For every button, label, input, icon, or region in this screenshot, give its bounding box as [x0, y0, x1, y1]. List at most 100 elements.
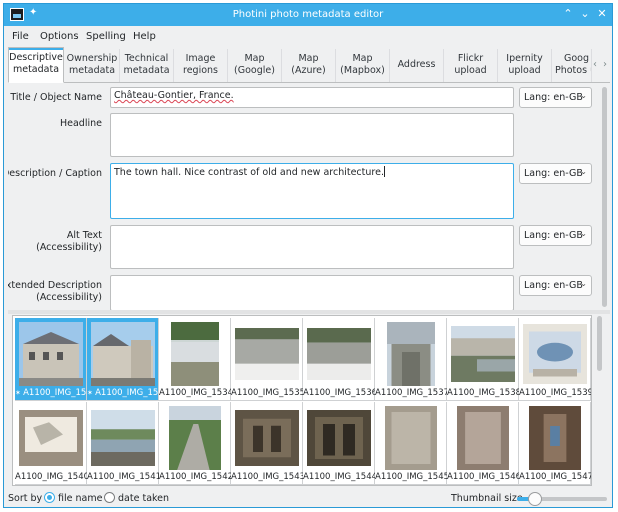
title-bar[interactable]: ✦ Photini photo metadata editor ⌃ ⌄ ✕ [4, 4, 612, 26]
splitter-handle[interactable] [8, 310, 610, 314]
thumbnail-item[interactable]: A1100_IMG_1535 [231, 318, 305, 401]
thumbnail-filename: A1100_IMG_1546 [447, 472, 522, 482]
tab-ownership-metadata[interactable]: Ownership metadata [65, 49, 120, 82]
thumbnail-item[interactable]: A1100_IMG_1537 [375, 318, 450, 401]
thumbnail-item[interactable]: A1100_IMG_1546 [447, 402, 522, 485]
tab-technical-metadata[interactable]: Technical metadata [120, 49, 174, 82]
thumbnail-image [91, 406, 155, 470]
thumbnail-image [235, 322, 299, 386]
menu-file[interactable]: File [12, 31, 29, 42]
title-label: Title / Object Name [10, 92, 102, 103]
chevron-up-icon[interactable]: ⌃ [561, 7, 575, 21]
thumbnail-filename: A1100_IMG_1541 [87, 472, 162, 482]
extended-lang-select[interactable]: Lang: en-GB ⌄ [519, 275, 592, 296]
thumbnail-filename: A1100_IMG_1547 [519, 472, 592, 482]
alt-text-field[interactable] [110, 225, 514, 269]
title-lang-value: Lang: en-GB [524, 92, 583, 103]
tab-flickr-upload[interactable]: Flickr upload [444, 49, 498, 82]
thumbnail-size-slider[interactable] [517, 492, 607, 506]
sort-by-label: Sort by [8, 493, 43, 504]
thumbnail-item[interactable]: A1100_IMG_1539 [519, 318, 591, 401]
chevron-right-icon[interactable]: › [603, 59, 607, 70]
tab-label-line2: Photos up [555, 65, 591, 76]
tab-map-azure[interactable]: Map (Azure) [282, 49, 336, 82]
headline-field[interactable] [110, 113, 514, 157]
window-title: Photini photo metadata editor [232, 9, 384, 20]
alt-text-lang-select[interactable]: Lang: en-GB ⌄ [519, 225, 592, 246]
tab-label-line1: Goog [564, 53, 590, 64]
thumbnail-caption: A1100_IMG_1539 [519, 388, 591, 398]
tab-map-mapbox[interactable]: Map (Mapbox) [336, 49, 390, 82]
sort-filename-label: file name [58, 493, 103, 504]
thumbnail-image [523, 322, 587, 386]
radio-button-icon [44, 492, 55, 503]
tab-label-line2: (Azure) [291, 65, 326, 76]
sort-filename-radio[interactable]: file name [44, 492, 102, 504]
chevron-down-icon[interactable]: ⌄ [578, 7, 592, 21]
tab-label-line2: upload [508, 65, 541, 76]
thumbnail-grid[interactable]: ✶ A1100_IMG_1532 ✶ A1100_IMG_1533 A1100_IM… [12, 315, 592, 486]
slider-handle[interactable] [528, 492, 542, 506]
thumbnail-caption: A1100_IMG_1542 [159, 472, 233, 482]
title-lang-select[interactable]: Lang: en-GB ⌄ [519, 87, 592, 108]
tab-google-photos-upload[interactable]: Goog Photos up [552, 49, 592, 82]
tab-descriptive-metadata[interactable]: Descriptive metadata [8, 47, 64, 83]
thumbnail-item[interactable]: A1100_IMG_1538 [447, 318, 521, 401]
tab-map-google[interactable]: Map (Google) [228, 49, 282, 82]
thumbnail-image [379, 322, 443, 386]
alt-text-label-line2: (Accessibility) [36, 242, 102, 253]
menu-bar: File Options Spelling Help [4, 26, 612, 47]
menu-help[interactable]: Help [133, 31, 156, 42]
thumbnail-item[interactable]: A1100_IMG_1534 [159, 318, 234, 401]
thumbnail-item[interactable]: A1100_IMG_1540 [15, 402, 89, 485]
thumbnail-item[interactable]: A1100_IMG_1545 [375, 402, 449, 485]
thumbnail-item[interactable]: ✶ A1100_IMG_1532 [15, 318, 97, 401]
chevron-down-icon: ⌄ [580, 91, 587, 100]
thumbnail-item[interactable]: A1100_IMG_1542 [159, 402, 233, 485]
close-icon[interactable]: ✕ [595, 7, 609, 21]
thumbnail-caption: A1100_IMG_1537 [375, 388, 450, 398]
title-value: Château-Gontier, France. [114, 90, 234, 101]
thumbnail-filename: A1100_IMG_1537 [375, 388, 450, 398]
thumbnail-caption: A1100_IMG_1544 [303, 472, 377, 482]
thumbnail-item[interactable]: A1100_IMG_1547 [519, 402, 591, 485]
tab-label-line1: Ipernity [506, 53, 543, 64]
menu-spelling[interactable]: Spelling [86, 31, 126, 42]
tab-label-line1: Ownership [66, 53, 118, 64]
tab-ipernity-upload[interactable]: Ipernity upload [498, 49, 552, 82]
tab-label-line2: (Google) [234, 65, 275, 76]
tab-image-regions[interactable]: Image regions [174, 49, 228, 82]
thumbnail-caption: A1100_IMG_1538 [447, 388, 521, 398]
thumbnail-scrollbar[interactable] [597, 316, 602, 371]
thumbnail-item[interactable]: ✶ A1100_IMG_1533 [87, 318, 169, 401]
modified-icon: ✶ [87, 389, 96, 397]
title-field[interactable]: Château-Gontier, France. [110, 87, 514, 108]
thumbnail-item[interactable]: A1100_IMG_1536 [303, 318, 377, 401]
alt-text-label-line1: Alt Text [66, 230, 102, 241]
menu-options[interactable]: Options [40, 31, 79, 42]
sort-date-radio[interactable]: date taken [104, 492, 169, 504]
tab-label-line2: regions [183, 65, 218, 76]
thumbnail-image [163, 322, 227, 386]
thumbnail-item[interactable]: A1100_IMG_1541 [87, 402, 162, 485]
thumbnail-filename: A1100_IMG_1534 [159, 388, 234, 398]
tab-label-line1: Image [185, 53, 216, 64]
extended-description-field[interactable] [110, 275, 514, 310]
alt-text-label: Alt Text (Accessibility) [36, 230, 102, 254]
thumbnail-item[interactable]: A1100_IMG_1543 [231, 402, 305, 485]
panel-scrollbar[interactable] [602, 87, 607, 307]
thumbnail-caption: A1100_IMG_1540 [15, 472, 89, 482]
tab-label-line1: Map [352, 53, 373, 64]
description-lang-select[interactable]: Lang: en-GB ⌄ [519, 163, 592, 184]
tab-label-line1: Descriptive [9, 52, 63, 63]
chevron-down-icon: ⌄ [580, 279, 587, 288]
description-field[interactable]: The town hall. Nice contrast of old and … [110, 163, 514, 219]
chevron-left-icon[interactable]: ‹ [593, 59, 597, 70]
tab-address[interactable]: Address [390, 49, 444, 82]
chevron-down-icon: ⌄ [580, 167, 587, 176]
thumbnail-caption: A1100_IMG_1534 [159, 388, 234, 398]
thumbnail-item[interactable]: A1100_IMG_1544 [303, 402, 377, 485]
thumbnail-caption: A1100_IMG_1541 [87, 472, 162, 482]
alt-text-lang-value: Lang: en-GB [524, 230, 583, 241]
status-bar: Sort by file name date taken Thumbnail s… [4, 488, 612, 507]
